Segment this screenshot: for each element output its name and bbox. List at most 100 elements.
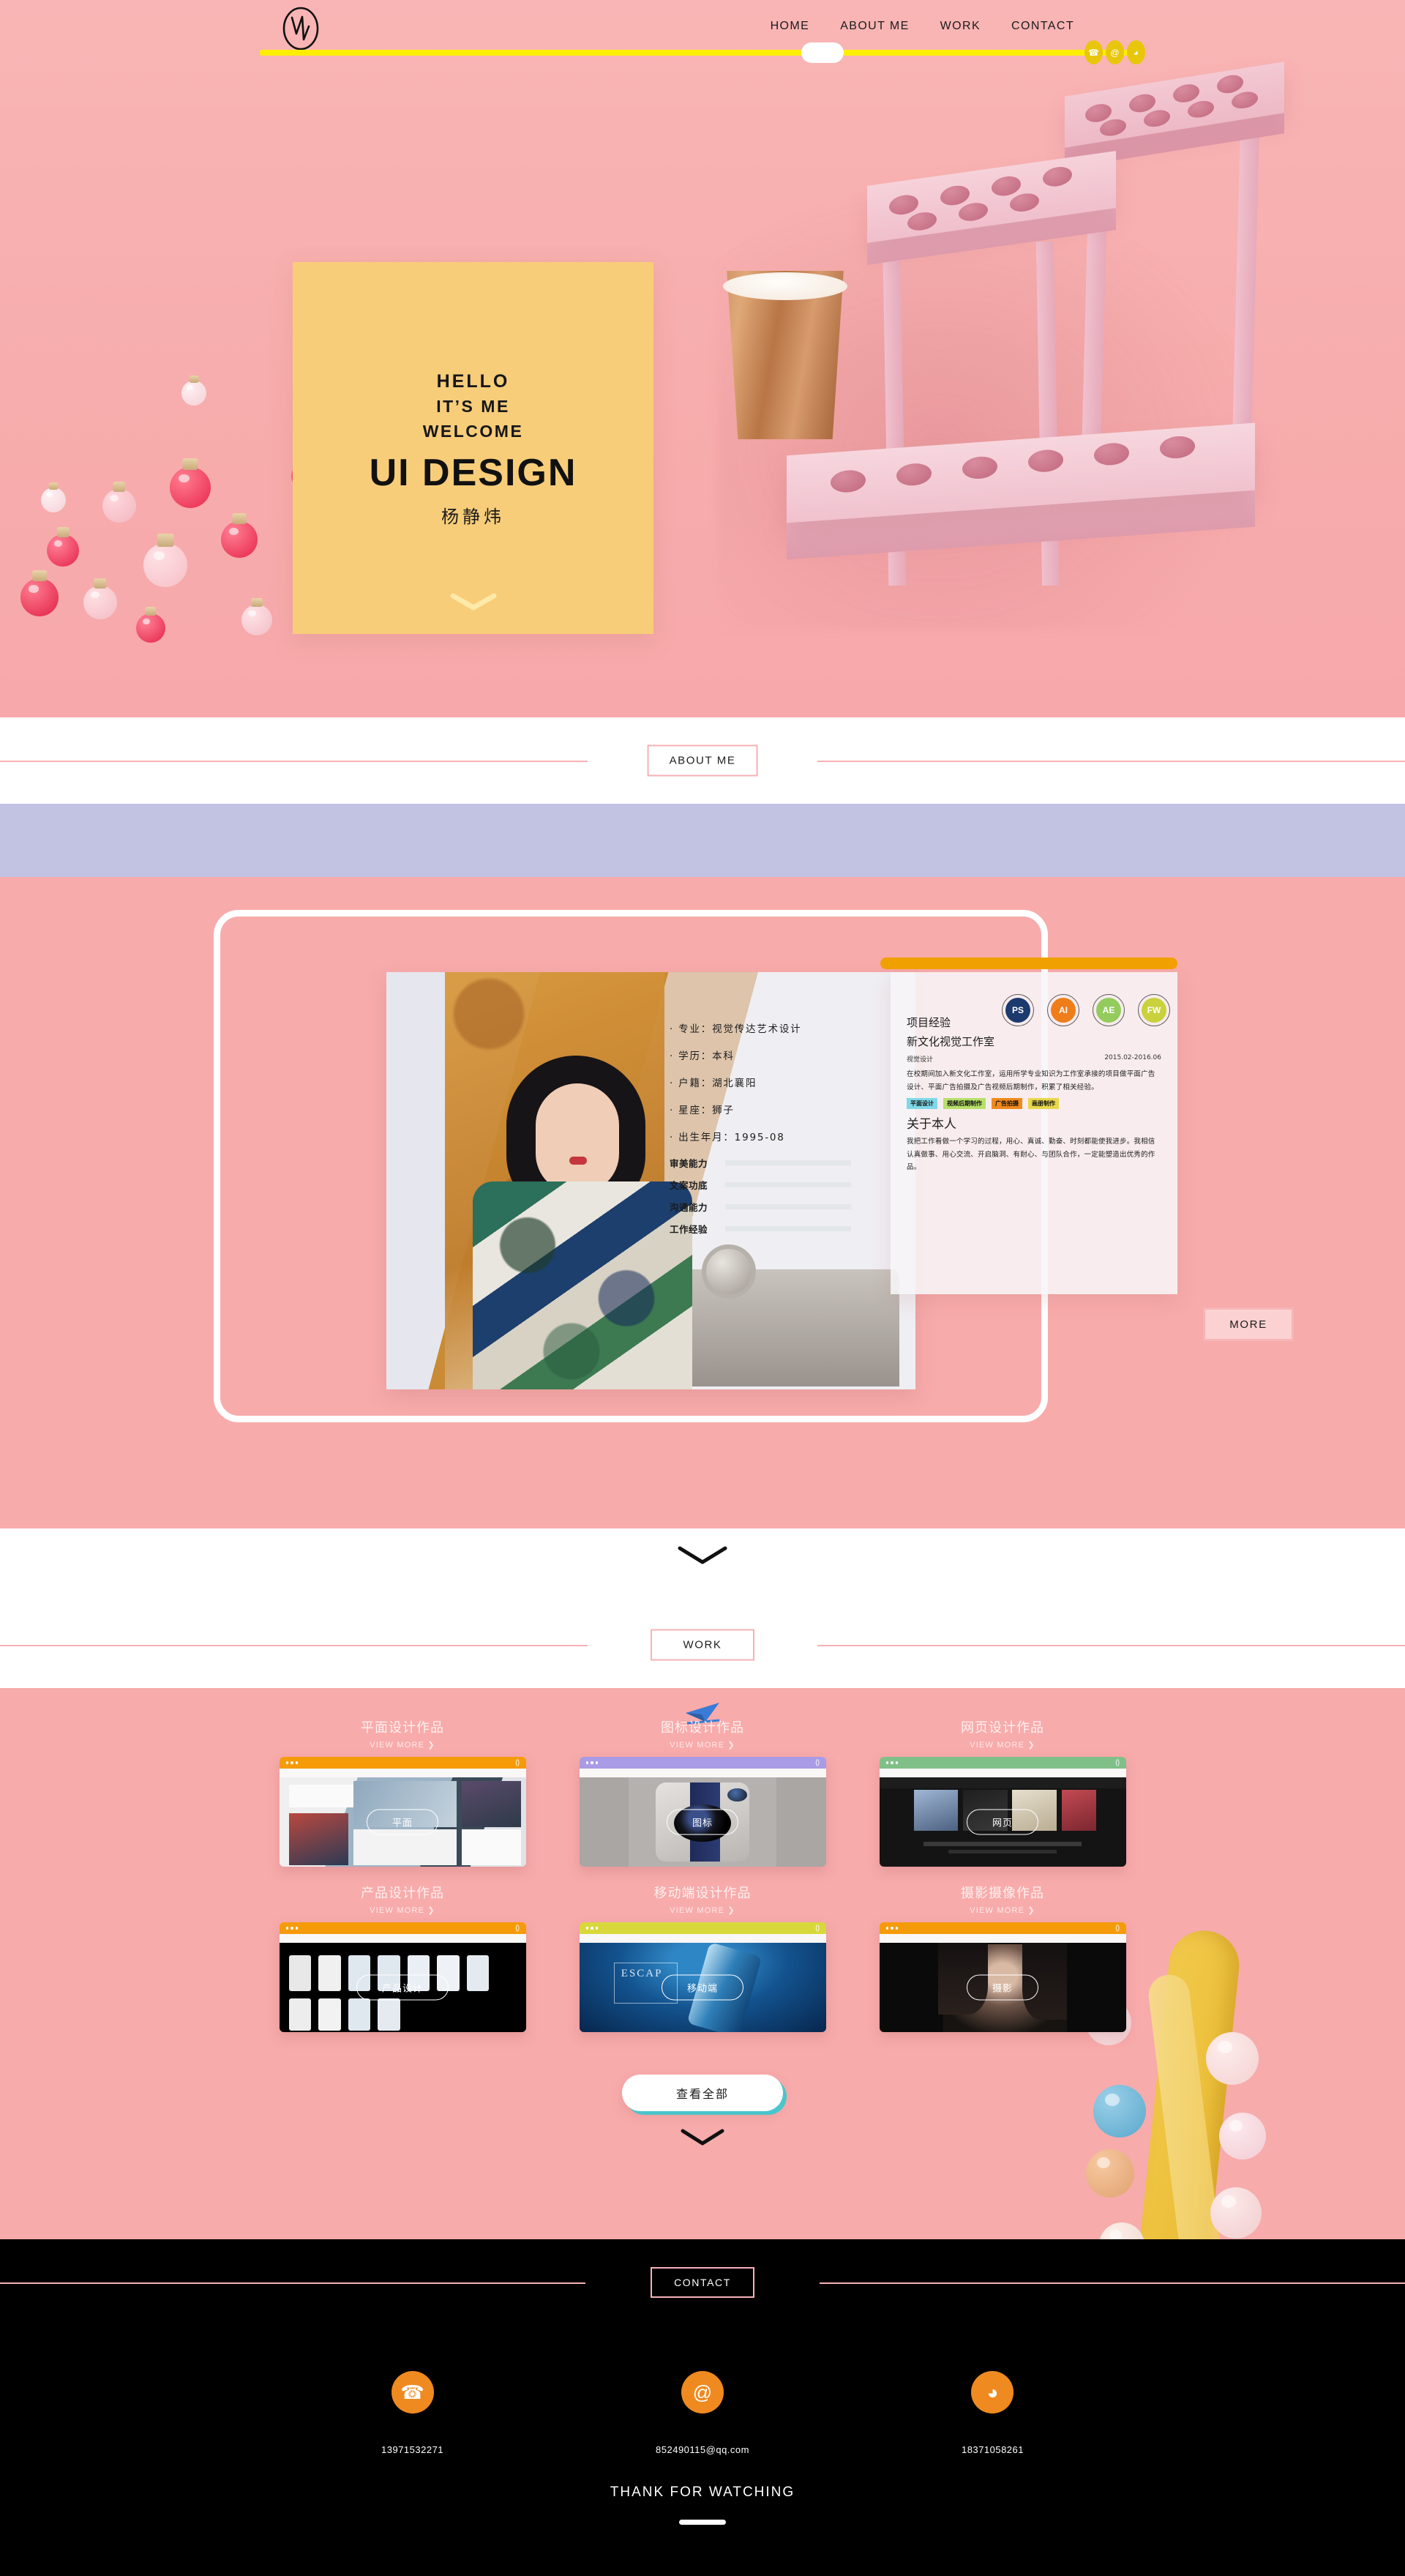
profile-item-major: · 专业：视觉传达艺术设计 <box>670 1023 802 1035</box>
skill-track <box>725 1204 851 1209</box>
bulb-decoration <box>102 489 136 523</box>
work-card[interactable]: 平面设计作品 VIEW MORE ❯ ⟨⟩ 平面 <box>263 1717 542 1867</box>
window-dots-icon <box>285 1927 298 1930</box>
software-badges: PS AI AE FW <box>1002 994 1170 1026</box>
about-me-body: 我把工作看做一个学习的过程，用心、真诚、勤奋、时刻都能使我进步。我相信认真做事、… <box>907 1138 1155 1172</box>
phone-icon[interactable]: ☎ <box>1084 40 1103 64</box>
contact-phone-value: 13971532271 <box>381 2444 444 2455</box>
shot-escap-bottle-poster: ESCAP 移动端 <box>579 1943 826 2032</box>
hero-hello: HELLO <box>436 371 510 392</box>
work-card[interactable]: 摄影摄像作品 VIEW MORE ❯ ⟨⟩ 摄影 <box>863 1883 1142 2032</box>
nav-link-contact[interactable]: CONTACT <box>1011 20 1074 33</box>
chevron-down-icon[interactable] <box>679 2127 726 2151</box>
work-card[interactable]: 产品设计作品 VIEW MORE ❯ ⟨⟩ 产品设计 <box>263 1883 542 2032</box>
work-label[interactable]: WORK <box>651 1629 754 1661</box>
profile-item-education: · 学历：本科 <box>670 1050 735 1062</box>
phone-icon[interactable]: ☎ <box>391 2371 434 2413</box>
work-thumbnail[interactable]: ⟨⟩ 图标 <box>579 1757 826 1867</box>
tag-video-post: 视频后期制作 <box>943 1098 986 1110</box>
nav-active-indicator[interactable] <box>801 42 844 63</box>
tag-ad-photography: 广告拍摄 <box>992 1098 1022 1110</box>
monogram-logo-icon[interactable] <box>282 6 320 51</box>
experience-meta: 视觉设计 2015.02-2016.06 <box>907 1054 1161 1064</box>
portrait-lips <box>569 1157 587 1165</box>
at-icon[interactable]: @ <box>1106 40 1124 64</box>
thanks-message: THANK FOR WATCHING <box>610 2484 795 2500</box>
view-more-link[interactable]: VIEW MORE ❯ <box>370 1905 435 1915</box>
view-more-link[interactable]: VIEW MORE ❯ <box>670 1905 735 1915</box>
work-card-title: 图标设计作品 <box>661 1720 744 1736</box>
work-thumbnail[interactable]: ⟨⟩ 网页 <box>879 1757 1126 1867</box>
browser-bar: ⟨⟩ <box>879 1922 1126 1934</box>
work-thumbnail[interactable]: ⟨⟩ 平面 <box>279 1757 526 1867</box>
window-dots-icon <box>885 1761 898 1764</box>
skill-track <box>725 1226 851 1231</box>
chevron-down-icon[interactable] <box>676 1545 729 1570</box>
badge-ring: FW <box>1138 994 1170 1026</box>
view-all-button[interactable]: 查看全部 <box>622 2075 783 2111</box>
wechat-icon[interactable]: ◕ <box>971 2371 1014 2413</box>
work-pill-label: 产品设计 <box>356 1974 449 2001</box>
work-thumbnail[interactable]: ⟨⟩ 摄影 <box>879 1922 1126 2032</box>
chevron-down-icon[interactable] <box>450 593 497 612</box>
work-card[interactable]: 网页设计作品 VIEW MORE ❯ ⟨⟩ 网页 <box>863 1717 1142 1867</box>
main-navigation: HOME ABOUT ME WORK CONTACT ☎ @ ◕ <box>0 0 1405 70</box>
wechat-icon[interactable]: ◕ <box>1127 40 1145 64</box>
work-pill-label: 移动端 <box>661 1974 744 2001</box>
work-section-header: WORK <box>0 1602 1405 1688</box>
more-button[interactable]: MORE <box>1203 1307 1294 1341</box>
browser-toolbar <box>579 1934 826 1943</box>
about-me-label[interactable]: ABOUT ME <box>647 744 758 777</box>
browser-toolbar <box>579 1769 826 1777</box>
work-thumbnail[interactable]: ⟨⟩ ESCAP 移动端 <box>579 1922 826 2032</box>
badge-ring: AE <box>1093 994 1125 1026</box>
contact-email-value: 852490115@qq.com <box>656 2444 749 2455</box>
nav-link-work[interactable]: WORK <box>940 20 981 33</box>
divider-line-left <box>0 761 588 762</box>
view-more-link[interactable]: VIEW MORE ❯ <box>370 1740 435 1750</box>
bulb-decoration <box>181 381 206 406</box>
nav-arrows-icon: ⟨⟩ <box>814 1924 820 1933</box>
portrait-jacket <box>473 1181 692 1389</box>
bulb-decoration <box>41 488 66 512</box>
bulb-decoration <box>241 605 272 635</box>
work-card[interactable]: 图标设计作品 VIEW MORE ❯ ⟨⟩ 图标 <box>563 1717 842 1867</box>
contact-section-header: CONTACT <box>0 2239 1405 2326</box>
view-more-link[interactable]: VIEW MORE ❯ <box>970 1740 1035 1750</box>
divider-line-left <box>0 1645 588 1646</box>
hero-title: UI DESIGN <box>369 451 577 494</box>
contact-item-phone: ☎ 13971532271 <box>381 2371 443 2455</box>
view-more-link[interactable]: VIEW MORE ❯ <box>670 1740 735 1750</box>
hero-name: 杨静炜 <box>441 507 505 527</box>
profile-item-zodiac: · 星座：狮子 <box>670 1105 735 1116</box>
work-thumbnail[interactable]: ⟨⟩ 产品设计 <box>279 1922 526 2032</box>
work-card-title: 移动端设计作品 <box>653 1886 752 1901</box>
experience-tags: 平面设计 视频后期制作 广告拍摄 画册制作 <box>907 1098 1161 1110</box>
browser-toolbar <box>879 1769 1126 1777</box>
bulb-decoration <box>170 467 211 508</box>
skill-row: 文案功底 <box>670 1178 889 1192</box>
nav-link-about-me[interactable]: ABOUT ME <box>840 20 909 33</box>
browser-toolbar <box>279 1769 526 1777</box>
contact-item-wechat: ◕ 18371058261 <box>962 2371 1024 2455</box>
about-info: · 专业：视觉传达艺术设计 · 学历：本科 · 户籍：湖北襄阳 · 星座：狮子 … <box>670 1003 889 1310</box>
studio-name: 新文化视觉工作室 <box>907 1035 995 1048</box>
at-icon[interactable]: @ <box>681 2371 724 2413</box>
skill-label: 文案功底 <box>670 1180 708 1191</box>
nav-arrows-icon: ⟨⟩ <box>814 1758 820 1767</box>
work-pill-label: 图标 <box>666 1809 739 1835</box>
nav-accent-rule <box>260 50 1145 56</box>
contact-label[interactable]: CONTACT <box>651 2267 754 2298</box>
work-grid: 平面设计作品 VIEW MORE ❯ ⟨⟩ 平面 图标设计作品 VIEW MOR… <box>263 1717 1142 2032</box>
nav-link-home[interactable]: HOME <box>771 20 810 33</box>
skill-bars: 审美能力 文案功底 沟通能力 工作经验 <box>670 1156 889 1236</box>
about-content: · 专业：视觉传达艺术设计 · 学历：本科 · 户籍：湖北襄阳 · 星座：狮子 … <box>337 877 1294 1477</box>
badge-ai: AI <box>1051 998 1076 1023</box>
hero-props <box>0 0 1405 717</box>
browser-bar: ⟨⟩ <box>579 1757 826 1769</box>
view-more-link[interactable]: VIEW MORE ❯ <box>970 1905 1035 1915</box>
about-section: · 专业：视觉传达艺术设计 · 学历：本科 · 户籍：湖北襄阳 · 星座：狮子 … <box>0 877 1405 1528</box>
portfolio-page: HOME ABOUT ME WORK CONTACT ☎ @ ◕ HELLO I… <box>0 0 1405 2576</box>
work-card-title: 平面设计作品 <box>361 1720 444 1736</box>
work-card[interactable]: 移动端设计作品 VIEW MORE ❯ ⟨⟩ ESCAP 移动端 <box>563 1883 842 2032</box>
